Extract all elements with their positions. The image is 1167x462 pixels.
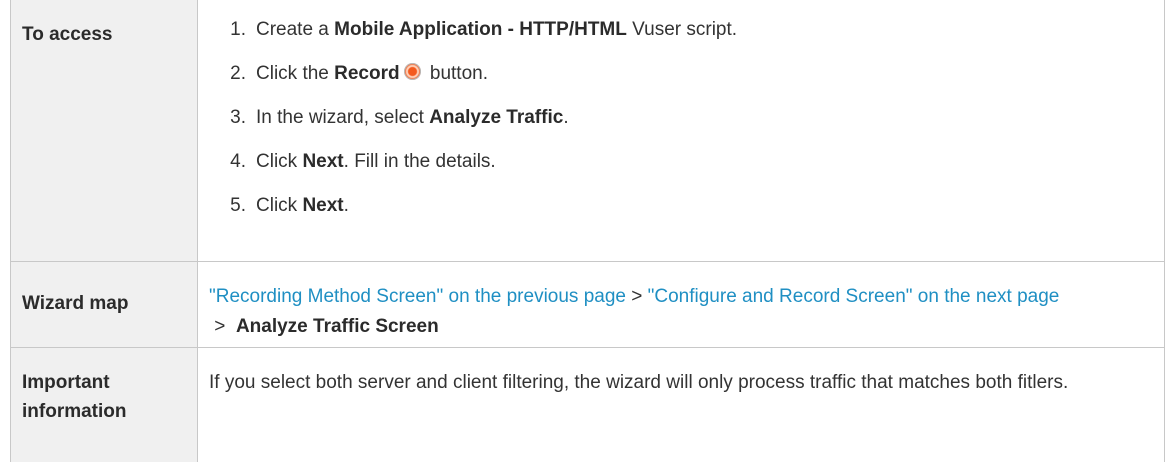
breadcrumb-separator: > xyxy=(209,315,236,337)
table-row-important-information: Important information If you select both … xyxy=(10,346,1165,462)
breadcrumb-separator: > xyxy=(625,285,648,307)
access-steps-list: 1. Create a Mobile Application - HTTP/HTM… xyxy=(198,0,1164,222)
list-item: 2. Click the Record button. xyxy=(198,58,1164,90)
step-text: In the wizard, select xyxy=(256,107,430,128)
table-row-wizard-map: Wizard map "Recording Method Screen" on … xyxy=(10,260,1165,348)
step-bold-text: Analyze Traffic xyxy=(429,107,564,128)
step-number: 5. xyxy=(230,195,246,216)
row-label-wizard-map: Wizard map xyxy=(22,292,129,314)
current-screen-label: Analyze Traffic Screen xyxy=(235,315,439,337)
step-text: . xyxy=(563,107,569,128)
step-number: 1. xyxy=(230,19,246,40)
important-information-text: If you select both server and client fil… xyxy=(209,371,1069,393)
step-number: 3. xyxy=(230,107,246,128)
step-bold-text: Record xyxy=(334,63,400,84)
list-item: 4. Click Next. Fill in the details. xyxy=(198,146,1164,178)
content-cell: If you select both server and client fil… xyxy=(197,346,1165,462)
wizard-map-breadcrumb: "Recording Method Screen" on the previou… xyxy=(198,262,1164,342)
configure-and-record-screen-link[interactable]: "Configure and Record Screen" on the nex… xyxy=(648,286,1060,307)
step-text: Click the xyxy=(256,63,335,84)
list-item: 5. Click Next. xyxy=(198,190,1164,222)
step-text: . Fill in the details. xyxy=(343,151,496,172)
label-cell: Wizard map xyxy=(10,260,198,348)
label-cell: Important information xyxy=(10,346,198,462)
list-item: 1. Create a Mobile Application - HTTP/HTM… xyxy=(198,14,1164,46)
step-bold-text: Next xyxy=(302,195,344,216)
info-table: To access 1. Create a Mobile Application … xyxy=(10,0,1165,462)
step-text: Click xyxy=(256,195,303,216)
step-text: Create a xyxy=(256,19,335,40)
step-number: 2. xyxy=(230,63,246,84)
label-line: information xyxy=(22,400,127,422)
label-cell: To access xyxy=(10,0,198,262)
step-text: button. xyxy=(424,63,488,84)
step-text: Vuser script. xyxy=(626,19,738,40)
table-row-to-access: To access 1. Create a Mobile Application … xyxy=(10,0,1165,262)
step-bold-text: Next xyxy=(302,151,344,172)
record-icon xyxy=(403,63,421,80)
row-label-to-access: To access xyxy=(22,24,113,45)
step-text: Click xyxy=(256,151,303,172)
step-bold-text: Mobile Application - HTTP/HTML xyxy=(334,19,627,40)
step-text: . xyxy=(343,195,349,216)
content-cell: 1. Create a Mobile Application - HTTP/HTM… xyxy=(197,0,1165,262)
recording-method-screen-link[interactable]: "Recording Method Screen" on the previou… xyxy=(209,286,626,307)
row-label-important-information: Important information xyxy=(11,348,197,426)
content-cell: "Recording Method Screen" on the previou… xyxy=(197,260,1165,348)
step-number: 4. xyxy=(230,151,246,172)
label-line: Important xyxy=(22,371,110,393)
list-item: 3. In the wizard, select Analyze Traffic. xyxy=(198,102,1164,134)
